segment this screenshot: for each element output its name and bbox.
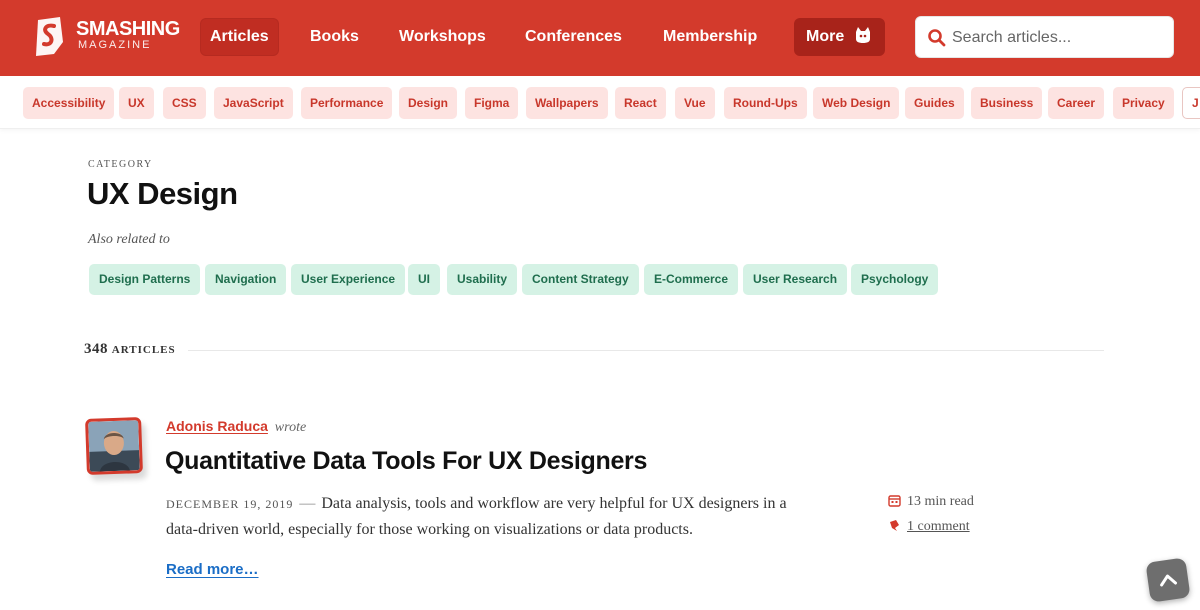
wrote-label: wrote (274, 420, 307, 435)
nav-conferences[interactable]: Conferences (515, 18, 632, 56)
also-related-label: Also related to (88, 232, 170, 247)
category-eyebrow: CATEGORY (88, 159, 153, 170)
tag-javascript[interactable]: JavaScript (214, 87, 293, 119)
tag-react[interactable]: React (615, 87, 666, 119)
smashing-logo[interactable]: SMASHING MAGAZINE (32, 14, 182, 64)
tag-privacy[interactable]: Privacy (1113, 87, 1174, 119)
comments: 1 comment (888, 519, 970, 535)
related-tag-content-strategy[interactable]: Content Strategy (522, 264, 639, 295)
divider (188, 350, 1104, 351)
read-time: 13 min read (888, 494, 974, 510)
tag-round-ups[interactable]: Round-Ups (724, 87, 807, 119)
tag-guides[interactable]: Guides (905, 87, 964, 119)
nav-workshops[interactable]: Workshops (389, 18, 496, 56)
tag-accessibility[interactable]: Accessibility (23, 87, 115, 119)
tag-design[interactable]: Design (399, 87, 458, 119)
page-title: UX Design (87, 176, 238, 211)
search-icon (928, 29, 946, 47)
article-count: 348 ARTICLES (84, 341, 176, 358)
read-more-link[interactable]: Read more… (166, 561, 259, 578)
related-tag-ui[interactable]: UI (408, 264, 440, 295)
nav-books[interactable]: Books (300, 18, 369, 56)
nav-more-button[interactable]: More (794, 18, 885, 56)
tag-wallpapers[interactable]: Wallpapers (526, 87, 608, 119)
related-tag-e-commerce[interactable]: E-Commerce (644, 264, 739, 295)
chevron-up-icon (1160, 574, 1177, 587)
article-excerpt: DECEMBER 19, 2019 — Data analysis, tools… (166, 491, 806, 543)
tag-partial[interactable]: J (1182, 87, 1200, 119)
calendar-icon (888, 495, 901, 507)
nav-more-label: More (806, 28, 845, 45)
related-tag-usability[interactable]: Usability (447, 264, 518, 295)
tag-vue[interactable]: Vue (675, 87, 715, 119)
related-tag-navigation[interactable]: Navigation (205, 264, 287, 295)
article-title[interactable]: Quantitative Data Tools For UX Designers (165, 447, 647, 476)
logo-title: SMASHING (76, 18, 180, 40)
author-avatar[interactable] (85, 417, 143, 475)
search-box[interactable] (915, 16, 1174, 58)
article-count-number: 348 (84, 341, 108, 357)
tag-ux[interactable]: UX (119, 87, 154, 119)
author-photo (88, 420, 140, 472)
related-tag-design-patterns[interactable]: Design Patterns (89, 264, 201, 295)
related-tag-psychology[interactable]: Psychology (851, 264, 939, 295)
tag-career[interactable]: Career (1048, 87, 1105, 119)
article-date: DECEMBER 19, 2019 (166, 497, 294, 511)
author-line: Adonis Raduca wrote (166, 418, 306, 436)
back-to-top-button[interactable] (1145, 557, 1191, 603)
logo-subtitle: MAGAZINE (78, 39, 152, 51)
author-link[interactable]: Adonis Raduca (166, 418, 268, 434)
read-time-text: 13 min read (907, 494, 974, 509)
cat-mascot-icon (855, 27, 870, 43)
tag-figma[interactable]: Figma (465, 87, 519, 119)
tag-web-design[interactable]: Web Design (813, 87, 900, 119)
article-count-label: ARTICLES (111, 344, 176, 356)
tag-css[interactable]: CSS (163, 87, 206, 119)
related-tag-user-research[interactable]: User Research (743, 264, 848, 295)
nav-articles[interactable]: Articles (200, 18, 279, 56)
nav-membership[interactable]: Membership (653, 18, 767, 56)
tag-performance[interactable]: Performance (301, 87, 393, 119)
site-header: SMASHING MAGAZINE Articles Books Worksho… (0, 0, 1200, 76)
related-tag-user-experience[interactable]: User Experience (291, 264, 406, 295)
search-input[interactable] (952, 25, 1162, 51)
comment-icon (890, 520, 899, 531)
smashing-logo-icon (36, 17, 63, 56)
comments-link[interactable]: 1 comment (907, 519, 970, 534)
date-dash: — (299, 495, 316, 512)
topic-tag-bar: Accessibility UX CSS JavaScript Performa… (0, 76, 1200, 129)
tag-business[interactable]: Business (971, 87, 1043, 119)
